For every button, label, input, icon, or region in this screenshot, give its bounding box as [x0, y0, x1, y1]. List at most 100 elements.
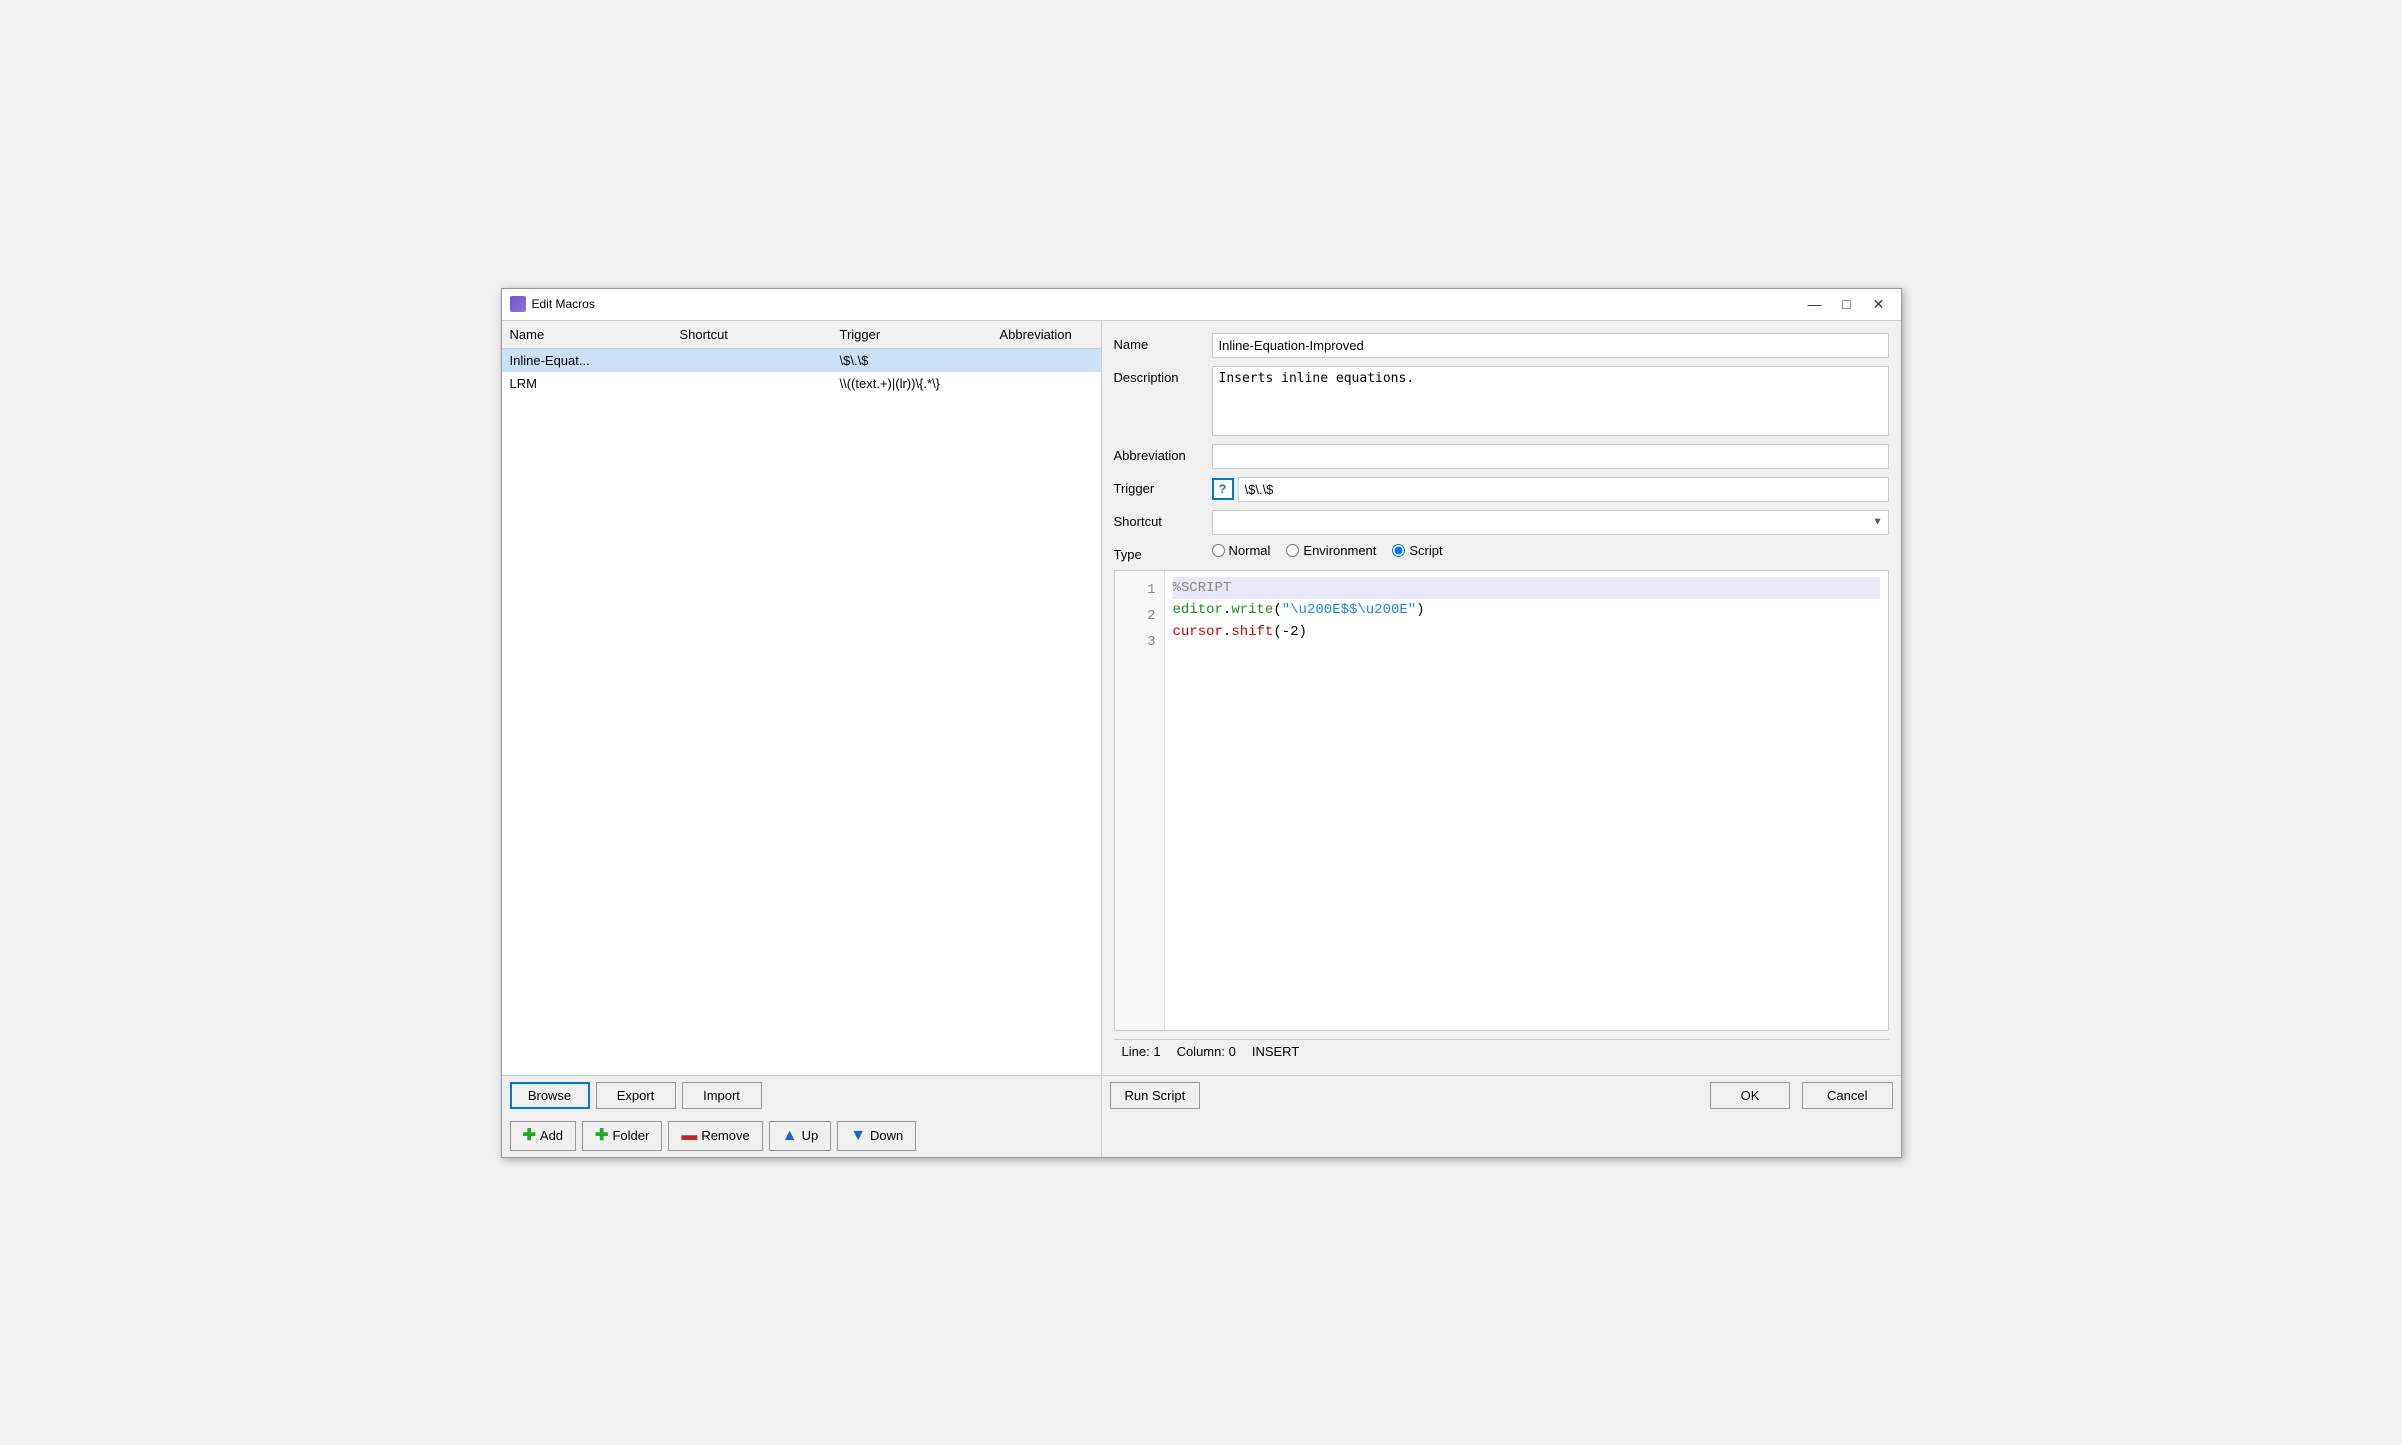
mode-label: INSERT	[1252, 1044, 1299, 1059]
right-panel: Name Description Inserts inline equation…	[1102, 321, 1901, 1075]
code-line-3: cursor.shift(-2)	[1173, 621, 1880, 643]
close-button[interactable]: ✕	[1865, 294, 1893, 314]
left-panel: Name Shortcut Trigger Abbreviation Inlin…	[502, 321, 1102, 1075]
description-label: Description	[1114, 366, 1204, 385]
folder-label: Folder	[612, 1128, 649, 1143]
right-actions: Run Script OK Cancel	[1102, 1076, 1901, 1115]
type-label: Type	[1114, 543, 1204, 562]
up-label: Up	[802, 1128, 819, 1143]
trigger-input[interactable]	[1238, 477, 1889, 502]
ok-button[interactable]: OK	[1710, 1082, 1790, 1109]
shortcut-wrapper: ▼	[1212, 510, 1889, 535]
app-icon	[510, 296, 526, 312]
list-item-name: Inline-Equat...	[502, 353, 672, 368]
folder-button[interactable]: ✚ Folder	[582, 1121, 662, 1151]
code-paren-1: (	[1273, 602, 1281, 618]
list-item[interactable]: Inline-Equat... \$\.\$	[502, 349, 1101, 372]
col-header-abbreviation: Abbreviation	[992, 327, 1092, 342]
code-paren-2: )	[1416, 602, 1424, 618]
shortcut-row: Shortcut ▼	[1114, 510, 1889, 535]
folder-icon: ✚	[595, 1128, 608, 1144]
minimize-button[interactable]: —	[1801, 294, 1829, 314]
title-bar: Edit Macros — □ ✕	[502, 289, 1901, 321]
window-controls: — □ ✕	[1801, 294, 1893, 314]
down-button[interactable]: ▼ Down	[837, 1121, 916, 1151]
window-bottom: Browse Export Import Run Script OK Cance…	[502, 1075, 1901, 1115]
type-environment-radio[interactable]	[1286, 544, 1299, 557]
left-actions: Browse Export Import	[502, 1076, 1102, 1115]
shortcut-label: Shortcut	[1114, 510, 1204, 529]
code-comment: %SCRIPT	[1173, 580, 1232, 596]
abbreviation-input[interactable]	[1212, 444, 1889, 469]
add-button[interactable]: ✚ Add	[510, 1121, 577, 1151]
line-number-2: 2	[1115, 603, 1164, 629]
up-icon: ▲	[782, 1127, 798, 1145]
add-icon: ✚	[523, 1128, 536, 1144]
trigger-input-row: ?	[1212, 477, 1889, 502]
code-string-value: "\u200E$$\u200E"	[1282, 602, 1416, 618]
code-editor[interactable]: 1 2 3 %SCRIPT editor.write("\u200E$$\u20…	[1114, 570, 1889, 1031]
description-row: Description Inserts inline equations.	[1114, 366, 1889, 436]
type-normal-label[interactable]: Normal	[1212, 543, 1271, 558]
shortcut-select[interactable]	[1212, 510, 1889, 535]
col-header-trigger: Trigger	[832, 327, 992, 342]
type-normal-text: Normal	[1229, 543, 1271, 558]
up-button[interactable]: ▲ Up	[769, 1121, 831, 1151]
type-environment-label[interactable]: Environment	[1286, 543, 1376, 558]
type-script-label[interactable]: Script	[1392, 543, 1442, 558]
name-row: Name	[1114, 333, 1889, 358]
abbreviation-row: Abbreviation	[1114, 444, 1889, 469]
remove-button[interactable]: ▬ Remove	[668, 1121, 762, 1151]
macros-list[interactable]: Inline-Equat... \$\.\$ LRM \\((text.+)|(…	[502, 349, 1101, 1075]
code-line-1: %SCRIPT	[1173, 577, 1880, 599]
name-input[interactable]	[1212, 333, 1889, 358]
column-label: Column: 0	[1177, 1044, 1236, 1059]
down-icon: ▼	[850, 1127, 866, 1145]
code-lines[interactable]: %SCRIPT editor.write("\u200E$$\u200E") c…	[1165, 571, 1888, 1030]
browse-button[interactable]: Browse	[510, 1082, 590, 1109]
line-numbers: 1 2 3	[1115, 571, 1165, 1030]
code-method-write: write	[1231, 602, 1273, 618]
type-radio-group: Normal Environment Script	[1212, 543, 1443, 558]
main-content: Name Shortcut Trigger Abbreviation Inlin…	[502, 321, 1901, 1075]
cancel-button[interactable]: Cancel	[1802, 1082, 1892, 1109]
col-header-name: Name	[502, 327, 672, 342]
list-item[interactable]: LRM \\((text.+)|(lr))\{.*\}	[502, 372, 1101, 395]
line-number-3: 3	[1115, 629, 1164, 655]
edit-macros-window: Edit Macros — □ ✕ Name Shortcut Trigger …	[501, 288, 1902, 1158]
list-item-trigger: \\((text.+)|(lr))\{.*\}	[832, 376, 992, 391]
trigger-help-button[interactable]: ?	[1212, 478, 1234, 500]
macro-list-actions: ✚ Add ✚ Folder ▬ Remove ▲ Up ▼ Down	[502, 1115, 1102, 1157]
import-button[interactable]: Import	[682, 1082, 762, 1109]
remove-icon: ▬	[681, 1128, 697, 1144]
macro-action-buttons: ✚ Add ✚ Folder ▬ Remove ▲ Up ▼ Down	[502, 1115, 1901, 1157]
run-script-button[interactable]: Run Script	[1110, 1082, 1201, 1109]
code-method-shift: shift	[1231, 624, 1273, 640]
down-label: Down	[870, 1128, 903, 1143]
trigger-row: Trigger ?	[1114, 477, 1889, 502]
window-title: Edit Macros	[532, 297, 1801, 311]
type-row: Type Normal Environment Script	[1114, 543, 1889, 562]
description-input[interactable]: Inserts inline equations.	[1212, 366, 1889, 436]
remove-label: Remove	[701, 1128, 749, 1143]
code-paren-3: (-2)	[1273, 624, 1307, 640]
status-bar: Line: 1 Column: 0 INSERT	[1114, 1039, 1889, 1063]
maximize-button[interactable]: □	[1833, 294, 1861, 314]
col-header-shortcut: Shortcut	[672, 327, 832, 342]
line-label: Line: 1	[1122, 1044, 1161, 1059]
line-number-1: 1	[1115, 577, 1164, 603]
type-script-radio[interactable]	[1392, 544, 1405, 557]
code-method-editor: editor	[1173, 602, 1223, 618]
list-item-trigger: \$\.\$	[832, 353, 992, 368]
abbreviation-label: Abbreviation	[1114, 444, 1204, 463]
code-line-2: editor.write("\u200E$$\u200E")	[1173, 599, 1880, 621]
export-button[interactable]: Export	[596, 1082, 676, 1109]
code-method-cursor: cursor	[1173, 624, 1223, 640]
list-header: Name Shortcut Trigger Abbreviation	[502, 321, 1101, 349]
name-label: Name	[1114, 333, 1204, 352]
add-label: Add	[540, 1128, 563, 1143]
list-item-name: LRM	[502, 376, 672, 391]
type-script-text: Script	[1409, 543, 1442, 558]
right-bottom-placeholder	[1102, 1115, 1901, 1157]
type-normal-radio[interactable]	[1212, 544, 1225, 557]
